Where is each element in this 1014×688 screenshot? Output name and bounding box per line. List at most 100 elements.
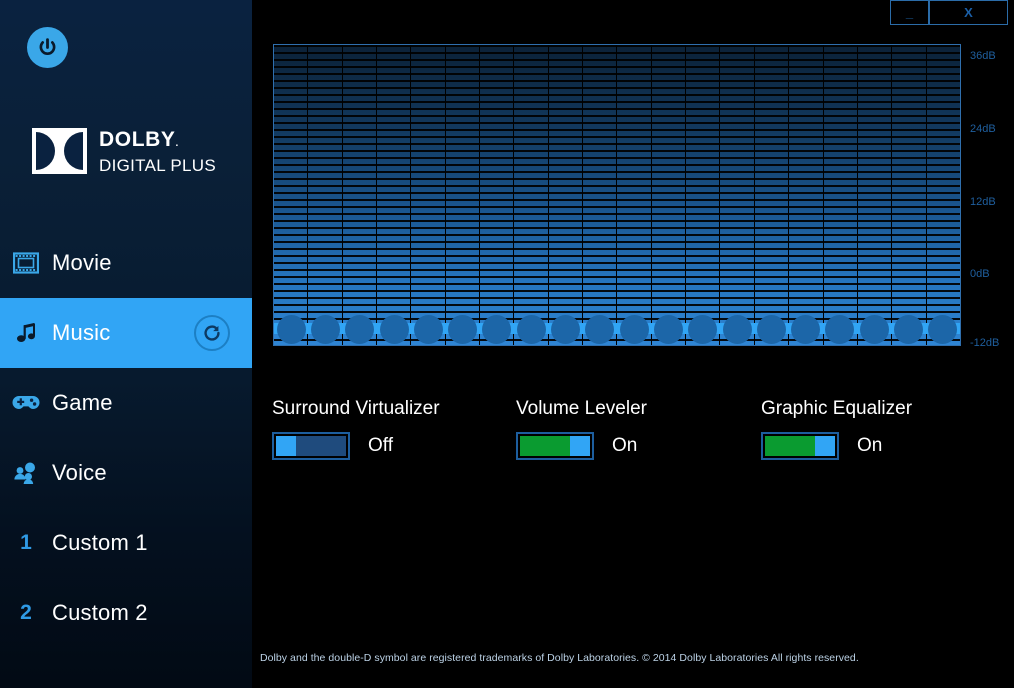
equalizer-band[interactable] <box>583 45 618 345</box>
reset-icon[interactable] <box>194 315 230 351</box>
equalizer-band[interactable] <box>823 45 858 345</box>
equalizer-handle-slot <box>754 314 788 344</box>
toggle-track <box>520 436 570 456</box>
equalizer-handle-slot <box>274 314 308 344</box>
equalizer-band[interactable] <box>514 45 549 345</box>
equalizer-band[interactable] <box>480 45 515 345</box>
equalizer-band-fill <box>377 45 411 345</box>
power-icon <box>37 37 58 58</box>
toggle-switch[interactable] <box>761 432 839 460</box>
toggle-state-label: On <box>857 435 883 456</box>
control-group: Surround Virtualizer Off <box>272 398 440 460</box>
sidebar: DOLBY. DIGITAL PLUS Movie Music Game Voi… <box>0 0 252 688</box>
equalizer-band[interactable] <box>308 45 343 345</box>
equalizer-band[interactable] <box>651 45 687 345</box>
equalizer-band-handle[interactable] <box>825 314 855 344</box>
equalizer-band-handle[interactable] <box>345 314 375 344</box>
equalizer-band-handle[interactable] <box>516 314 546 344</box>
brand-trademark: . <box>175 138 179 149</box>
equalizer-band[interactable] <box>617 45 652 345</box>
equalizer-band-fill <box>308 45 342 345</box>
equalizer-band[interactable] <box>857 45 893 345</box>
equalizer-band[interactable] <box>686 45 721 345</box>
equalizer-band-handle[interactable] <box>859 314 889 344</box>
toggle-track <box>765 436 815 456</box>
minimize-button[interactable]: _ <box>890 0 929 25</box>
equalizer-band[interactable] <box>720 45 755 345</box>
equalizer-handle-slot <box>857 314 891 344</box>
equalizer-band[interactable] <box>274 45 309 345</box>
equalizer-band-handle[interactable] <box>413 314 443 344</box>
db-scale-label: 24dB <box>970 123 996 135</box>
sidebar-item-game[interactable]: Game <box>0 368 252 438</box>
sidebar-nav: Movie Music Game Voice 1 Custom 1 2 Cust… <box>0 228 252 648</box>
sidebar-item-label: Voice <box>52 460 107 485</box>
equalizer-band-handle[interactable] <box>448 314 478 344</box>
equalizer-band-fill <box>789 45 823 345</box>
db-scale-label: 0dB <box>970 268 990 280</box>
equalizer-handle-slot <box>445 314 479 344</box>
sidebar-item-custom-1[interactable]: 1 Custom 1 <box>0 508 252 578</box>
equalizer-band-fill <box>445 45 480 345</box>
equalizer-handle-slot <box>583 314 617 344</box>
equalizer-band-handle[interactable] <box>722 314 752 344</box>
control-label: Graphic Equalizer <box>761 398 913 419</box>
equalizer-handle-slot <box>480 314 514 344</box>
equalizer-band-handle[interactable] <box>585 314 615 344</box>
equalizer-band[interactable] <box>789 45 824 345</box>
equalizer-handle-slot <box>788 314 822 344</box>
music-note-icon <box>0 321 52 345</box>
sidebar-item-voice[interactable]: Voice <box>0 438 252 508</box>
equalizer-band-handle[interactable] <box>482 314 512 344</box>
equalizer-band[interactable] <box>445 45 481 345</box>
toggle-state-label: Off <box>368 435 393 456</box>
equalizer-band[interactable] <box>754 45 790 345</box>
control-row: On <box>516 432 647 460</box>
equalizer-band-fill <box>583 45 617 345</box>
toggle-switch[interactable] <box>272 432 350 460</box>
equalizer-band[interactable] <box>926 45 960 345</box>
equalizer-band-fill <box>342 45 377 345</box>
custom-1-number-icon: 1 <box>20 531 32 554</box>
equalizer-handle-slot <box>377 314 411 344</box>
equalizer-band-handle[interactable] <box>310 314 340 344</box>
equalizer-handle-slot <box>514 314 548 344</box>
equalizer-band[interactable] <box>548 45 584 345</box>
equalizer-band[interactable] <box>342 45 378 345</box>
equalizer-band-handle[interactable] <box>688 314 718 344</box>
equalizer-band-handle[interactable] <box>756 314 786 344</box>
equalizer-handle-slot <box>651 314 685 344</box>
equalizer-band-handle[interactable] <box>551 314 581 344</box>
equalizer-band[interactable] <box>892 45 927 345</box>
sidebar-item-music[interactable]: Music <box>0 298 252 368</box>
db-scale-label: 12dB <box>970 196 996 208</box>
equalizer-band-fill <box>651 45 686 345</box>
equalizer-handles <box>274 313 960 345</box>
graphic-equalizer-graph[interactable] <box>273 44 961 346</box>
equalizer-band-handle[interactable] <box>379 314 409 344</box>
equalizer-band[interactable] <box>411 45 446 345</box>
toggle-switch[interactable] <box>516 432 594 460</box>
equalizer-band-fill <box>548 45 583 345</box>
equalizer-handle-slot <box>548 314 582 344</box>
equalizer-band-handle[interactable] <box>653 314 683 344</box>
toggle-state-label: On <box>612 435 638 456</box>
sidebar-item-label: Game <box>52 390 113 415</box>
sidebar-item-custom-2[interactable]: 2 Custom 2 <box>0 578 252 648</box>
equalizer-band-fill <box>857 45 892 345</box>
equalizer-band-handle[interactable] <box>893 314 923 344</box>
equalizer-band-handle[interactable] <box>276 314 306 344</box>
equalizer-band-fill <box>480 45 514 345</box>
equalizer-band-handle[interactable] <box>791 314 821 344</box>
sidebar-item-movie[interactable]: Movie <box>0 228 252 298</box>
equalizer-band-handle[interactable] <box>928 314 958 344</box>
close-button[interactable]: X <box>929 0 1008 25</box>
equalizer-band[interactable] <box>377 45 412 345</box>
toggle-knob <box>570 436 590 456</box>
control-group: Graphic Equalizer On <box>761 398 912 460</box>
equalizer-band-handle[interactable] <box>619 314 649 344</box>
power-button[interactable] <box>27 27 68 68</box>
db-scale-label: -12dB <box>970 337 1000 349</box>
sidebar-item-label: Music <box>52 320 111 345</box>
footer-copyright: Dolby and the double-D symbol are regist… <box>260 652 859 664</box>
